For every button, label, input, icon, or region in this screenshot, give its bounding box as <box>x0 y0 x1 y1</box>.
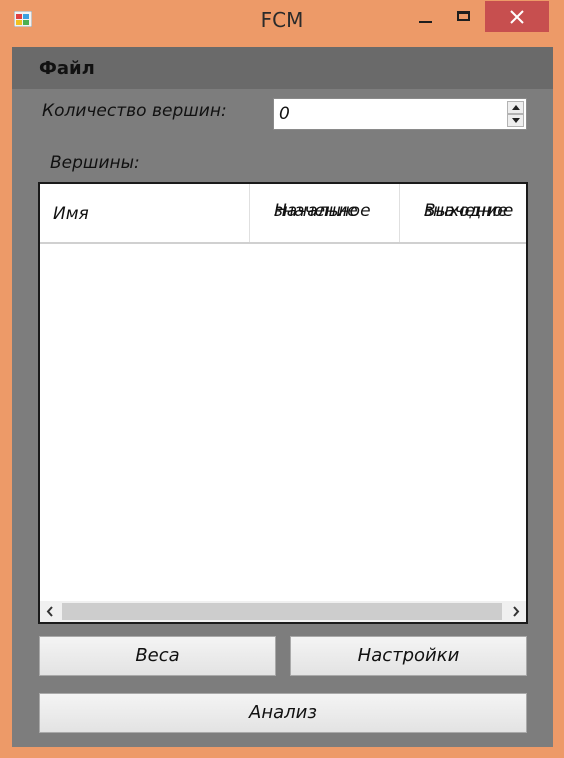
close-icon <box>510 10 524 24</box>
spin-up-button[interactable] <box>507 101 524 114</box>
client-area: Файл Количество вершин: 0 Вершины: Имя Н… <box>12 47 553 747</box>
minimize-button[interactable] <box>408 2 442 30</box>
chevron-left-icon <box>46 606 53 617</box>
vertex-count-input[interactable]: 0 <box>273 98 527 130</box>
scroll-right-button[interactable] <box>506 601 526 622</box>
menu-file[interactable]: Файл <box>39 58 95 79</box>
scroll-left-button[interactable] <box>40 601 60 622</box>
chevron-right-icon <box>513 606 520 617</box>
vertices-label: Вершины: <box>50 153 140 173</box>
grid-header: Имя Начальное значение Выходное значение <box>40 184 526 244</box>
weights-button[interactable]: Веса <box>39 636 276 676</box>
column-name-label: Имя <box>53 204 89 224</box>
app-window: FCM Файл Количество вершин: 0 Вершины: И… <box>0 0 564 758</box>
vertex-count-value[interactable]: 0 <box>279 104 290 124</box>
title-bar[interactable]: FCM <box>0 0 564 38</box>
horizontal-scrollbar[interactable] <box>40 601 526 622</box>
vertex-count-label: Количество вершин: <box>42 101 227 121</box>
settings-button[interactable]: Настройки <box>290 636 527 676</box>
maximize-icon <box>457 11 470 21</box>
analysis-button[interactable]: Анализ <box>39 693 527 733</box>
maximize-button[interactable] <box>446 2 480 30</box>
column-header-name[interactable]: Имя <box>40 184 250 242</box>
close-button[interactable] <box>485 1 549 32</box>
minimize-icon <box>419 21 432 23</box>
vertices-grid[interactable]: Имя Начальное значение Выходное значение <box>38 182 528 624</box>
scroll-thumb[interactable] <box>62 603 502 620</box>
spin-down-button[interactable] <box>507 114 524 127</box>
column-header-initial-value[interactable]: Начальное значение <box>250 184 400 242</box>
menu-bar: Файл <box>12 47 553 89</box>
column-header-output-value[interactable]: Выходное значение <box>400 184 526 242</box>
